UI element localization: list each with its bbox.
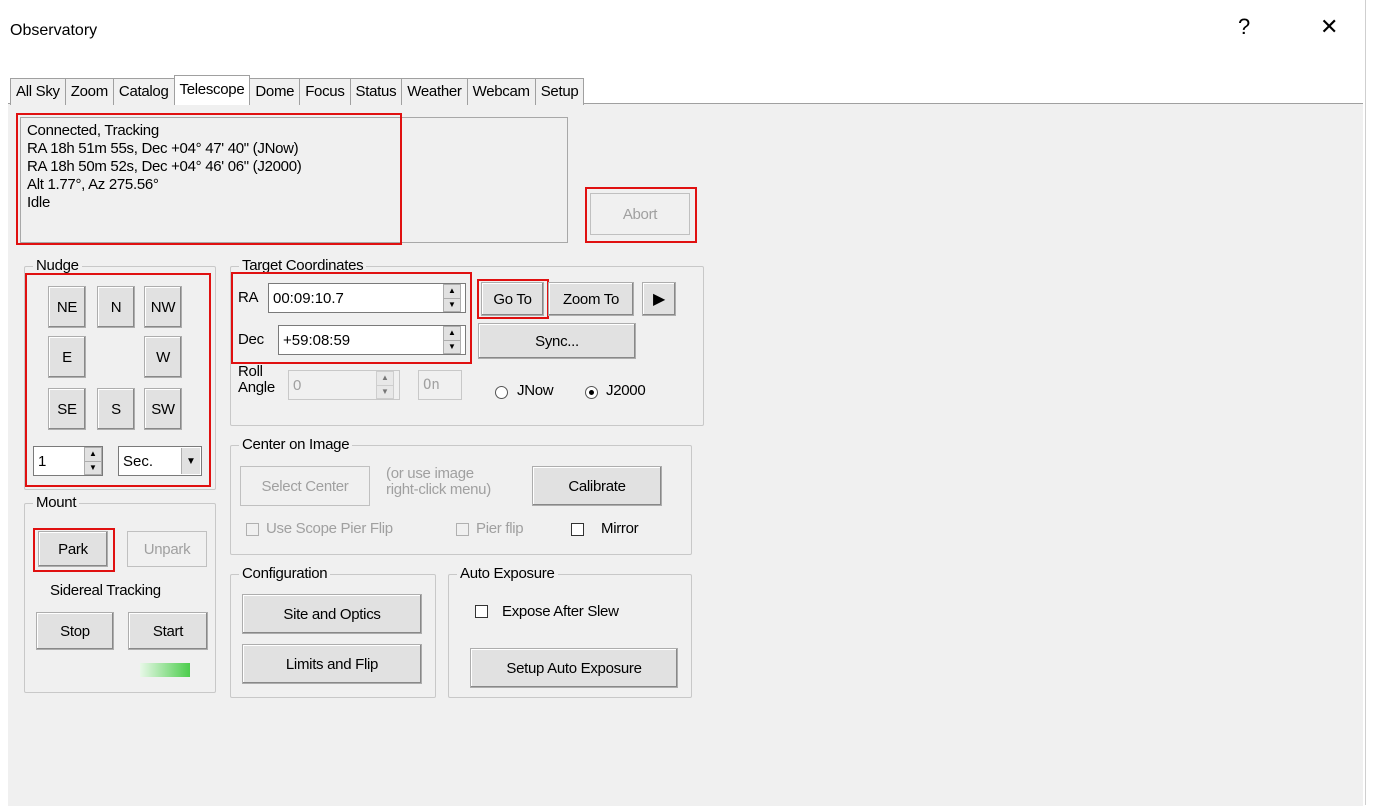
play-arrow-icon[interactable]: ▶ (642, 282, 676, 316)
roll-on-button[interactable]: On (418, 370, 462, 400)
tracking-indicator (140, 663, 190, 677)
spin-up-icon[interactable]: ▲ (85, 448, 101, 462)
abort-button[interactable]: Abort (590, 193, 690, 235)
nudge-n-button[interactable]: N (97, 286, 135, 328)
roll-label-line2: Angle (238, 379, 275, 396)
jnow-radio[interactable] (495, 386, 508, 399)
spin-down-icon[interactable]: ▼ (444, 341, 460, 354)
tab-all-sky[interactable]: All Sky (10, 78, 66, 105)
tab-strip: All Sky Zoom Catalog Telescope Dome Focu… (10, 75, 585, 105)
center-hint-line2: right-click menu) (386, 481, 491, 498)
spin-up-icon[interactable]: ▲ (444, 327, 460, 341)
unpark-button[interactable]: Unpark (127, 531, 207, 567)
spin-up-icon[interactable]: ▲ (444, 285, 460, 299)
nudge-ne-button[interactable]: NE (48, 286, 86, 328)
spin-down-icon[interactable]: ▼ (85, 462, 101, 475)
goto-button[interactable]: Go To (481, 282, 544, 316)
ra-label: RA (238, 289, 259, 306)
center-hint-line1: (or use image (386, 465, 474, 482)
stop-tracking-button[interactable]: Stop (36, 612, 114, 650)
jnow-label: JNow (517, 382, 554, 399)
roll-angle-spinner[interactable]: ▲ ▼ (376, 371, 394, 399)
calibrate-button[interactable]: Calibrate (532, 466, 662, 506)
mirror-checkbox[interactable] (571, 523, 584, 536)
tab-setup[interactable]: Setup (534, 78, 585, 105)
dec-input[interactable]: +59:08:59 (278, 325, 466, 355)
use-pier-flip-label: Use Scope Pier Flip (266, 520, 393, 537)
nudge-amount-spinner[interactable]: ▲ ▼ (84, 447, 102, 475)
target-coordinates-title: Target Coordinates (239, 257, 367, 274)
ra-spinner[interactable]: ▲ ▼ (443, 284, 461, 312)
window-border (1365, 0, 1366, 805)
use-pier-flip-checkbox[interactable] (246, 523, 259, 536)
tab-focus[interactable]: Focus (299, 78, 351, 105)
tab-dome[interactable]: Dome (249, 78, 301, 105)
expose-after-slew-checkbox[interactable] (475, 605, 488, 618)
nudge-se-button[interactable]: SE (48, 388, 86, 430)
nudge-nw-button[interactable]: NW (144, 286, 182, 328)
roll-label-line1: Roll (238, 363, 263, 380)
center-hint: (or use image right-click menu) (386, 466, 491, 498)
status-line-state: Idle (27, 194, 50, 211)
start-tracking-button[interactable]: Start (128, 612, 208, 650)
tab-zoom[interactable]: Zoom (64, 78, 114, 105)
status-line-j2000: RA 18h 50m 52s, Dec +04° 46' 06" (J2000) (27, 158, 302, 175)
j2000-label: J2000 (606, 382, 646, 399)
pier-flip-label: Pier flip (476, 520, 524, 537)
auto-exposure-title: Auto Exposure (457, 565, 558, 582)
nudge-w-button[interactable]: W (144, 336, 182, 378)
nudge-s-button[interactable]: S (97, 388, 135, 430)
center-on-image-title: Center on Image (239, 436, 353, 453)
dec-spinner[interactable]: ▲ ▼ (443, 326, 461, 354)
pier-flip-checkbox[interactable] (456, 523, 469, 536)
status-line-connection: Connected, Tracking (27, 122, 159, 139)
chevron-down-icon[interactable]: ▼ (181, 448, 200, 474)
park-button[interactable]: Park (38, 531, 108, 567)
tab-weather[interactable]: Weather (401, 78, 468, 105)
sidereal-tracking-label: Sidereal Tracking (50, 582, 161, 599)
tab-status[interactable]: Status (349, 78, 403, 105)
zoomto-button[interactable]: Zoom To (548, 282, 634, 316)
tab-catalog[interactable]: Catalog (112, 78, 175, 105)
setup-auto-exposure-button[interactable]: Setup Auto Exposure (470, 648, 678, 688)
nudge-sw-button[interactable]: SW (144, 388, 182, 430)
select-center-button[interactable]: Select Center (240, 466, 370, 506)
roll-angle-label: Roll Angle (238, 364, 275, 396)
nudge-group-title: Nudge (33, 257, 82, 274)
telescope-status-box: Connected, Tracking RA 18h 51m 55s, Dec … (20, 117, 568, 243)
limits-and-flip-button[interactable]: Limits and Flip (242, 644, 422, 684)
window-title: Observatory (10, 22, 98, 39)
spin-down-icon[interactable]: ▼ (444, 299, 460, 312)
mirror-label: Mirror (601, 520, 639, 537)
spin-up-icon[interactable]: ▲ (377, 372, 393, 386)
nudge-unit-value: Sec. (123, 452, 154, 470)
status-line-altaz: Alt 1.77°, Az 275.56° (27, 176, 159, 193)
tab-telescope[interactable]: Telescope (173, 75, 251, 105)
configuration-title: Configuration (239, 565, 331, 582)
close-icon[interactable]: ✕ (1320, 14, 1338, 40)
status-line-jnow: RA 18h 51m 55s, Dec +04° 47' 40" (JNow) (27, 140, 299, 157)
nudge-e-button[interactable]: E (48, 336, 86, 378)
tab-webcam[interactable]: Webcam (466, 78, 536, 105)
nudge-unit-select[interactable]: Sec. ▼ (118, 446, 202, 476)
mount-group-title: Mount (33, 494, 80, 511)
sync-button[interactable]: Sync... (478, 323, 636, 359)
site-and-optics-button[interactable]: Site and Optics (242, 594, 422, 634)
spin-down-icon[interactable]: ▼ (377, 386, 393, 399)
j2000-radio[interactable] (585, 386, 598, 399)
ra-input[interactable]: 00:09:10.7 (268, 283, 466, 313)
expose-after-slew-label: Expose After Slew (502, 603, 619, 620)
help-icon[interactable]: ? (1238, 14, 1250, 40)
dec-label: Dec (238, 331, 264, 348)
